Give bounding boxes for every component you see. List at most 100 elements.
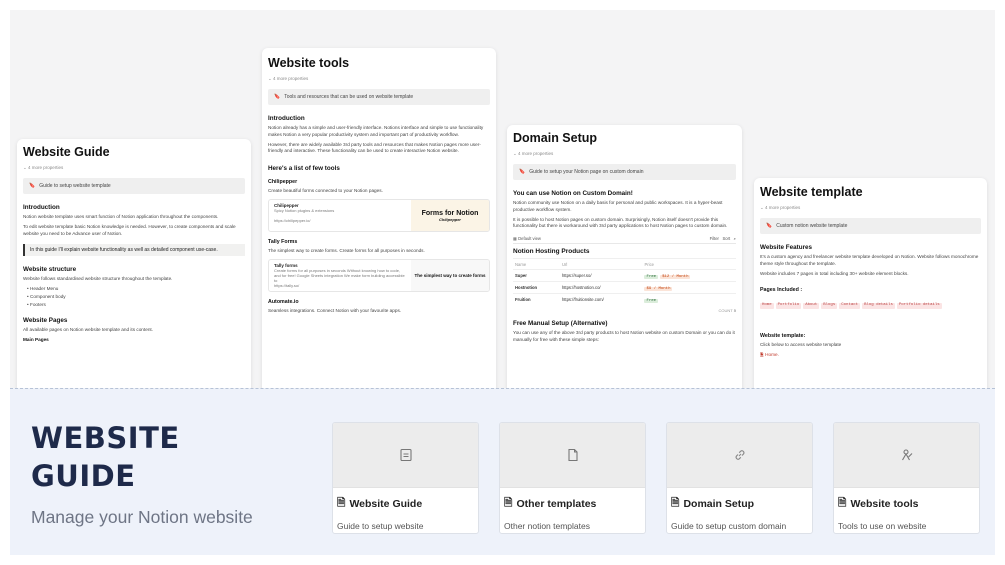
page-icon: 🗎 <box>838 497 847 509</box>
bookmark-embed-chilipepper[interactable]: Chilipepper Spicy Notion plugins & extens… <box>268 199 490 233</box>
card-other-templates[interactable]: 🗎 Other templates Other notion templates <box>499 422 646 534</box>
table-row[interactable]: Hostnotion https://hostnotion.co/$9 / Mon… <box>513 281 736 294</box>
properties-toggle[interactable]: ⌄ 4 more properties <box>760 205 981 211</box>
page-tag: Home <box>760 303 774 310</box>
paragraph: You can use any of the above 3rd party p… <box>513 330 735 342</box>
cell-name: Hostnotion <box>513 281 560 294</box>
cell-url: https://fruitionsite.com/ <box>559 293 643 306</box>
filter-button[interactable]: Filter <box>710 236 719 241</box>
embed-desc: Create forms for all purposes in seconds… <box>274 267 405 283</box>
paragraph: Notion website template uses smart funct… <box>23 214 219 219</box>
bullet-item: • Component body <box>27 294 66 300</box>
card-description: Tools to use on website <box>838 521 927 531</box>
card-title: 🗎 Domain Setup <box>671 495 812 513</box>
doc-website-template: Website template ⌄ 4 more properties 🔖 Cu… <box>754 178 987 388</box>
database-toolbar: ▦ Default view Filter Sort ⌕ <box>513 236 736 245</box>
subheading: Automate.io <box>268 298 299 305</box>
paragraph: To edit website template basic Notion kn… <box>23 223 236 236</box>
paragraph: Notion already has a simple and user-fri… <box>268 125 484 137</box>
paragraph: All available pages on Notion website te… <box>23 327 154 333</box>
page-icon: 🗎 <box>337 497 346 509</box>
page-tag: Portfolio <box>775 303 802 310</box>
properties-toggle[interactable]: ⌄ 4 more properties <box>23 165 245 171</box>
subheading: Pages Included : <box>760 287 803 294</box>
callout: 🔖 Guide to setup website template <box>23 178 245 194</box>
section-heading: You can use Notion on Custom Domain! <box>513 190 633 197</box>
col-header: Url <box>559 258 643 270</box>
subheading: Website template: <box>760 333 806 340</box>
subheading: Tally Forms <box>268 239 298 246</box>
cell-name: Fruition <box>513 293 560 306</box>
card-description: Other notion templates <box>504 521 590 531</box>
card-description: Guide to setup website <box>337 521 424 531</box>
page-frame: Website Guide ⌄ 4 more properties 🔖 Guide… <box>10 10 995 555</box>
hero-title-line: GUIDE <box>31 459 136 493</box>
table-row[interactable]: Fruition https://fruitionsite.com/Free <box>513 293 736 306</box>
properties-toggle[interactable]: ⌄ 4 more properties <box>268 76 490 82</box>
page-tag: About <box>803 303 820 310</box>
bullet-item: • Footers <box>27 302 46 308</box>
hero-band: WEBSITE GUIDE Manage your Notion website… <box>10 388 995 555</box>
doc-title: Website template <box>760 185 863 199</box>
section-heading: Website structure <box>23 266 77 274</box>
card-cover <box>500 423 645 488</box>
search-icon[interactable]: ⌕ <box>734 236 736 241</box>
table-row[interactable]: Super https://super.so/Free $12 / Month <box>513 269 736 282</box>
file-icon <box>567 448 578 462</box>
paragraph: Website includes 7 pages in total includ… <box>760 270 909 276</box>
view-tab[interactable]: ▦ Default view <box>513 236 541 241</box>
pages-tags: Home Portfolio About Blogs Contact Blog detai… <box>760 301 981 310</box>
price-tag: $9 / Month <box>644 286 673 291</box>
embed-thumbnail: The simplest way to create forms <box>411 259 489 291</box>
section-heading: Website Pages <box>23 317 68 325</box>
page-icon: 🗎 <box>671 497 680 509</box>
callout: 🔖 Custom notion website template <box>760 218 981 234</box>
cell-url: https://hostnotion.co/ <box>559 281 643 294</box>
paragraph: Seamless integrations. Connect Notion wi… <box>268 307 402 313</box>
hero-subtitle: Manage your Notion website <box>31 507 253 527</box>
hero-title-line: WEBSITE <box>31 421 180 455</box>
callout: 🔖 Tools and resources that can be used on… <box>268 89 490 105</box>
link-icon <box>735 450 744 460</box>
card-title: 🗎 Website Guide <box>337 495 478 513</box>
col-header: Name <box>513 258 560 270</box>
paragraph: The simplest way to create forms. Create… <box>268 248 425 254</box>
paragraph: However, there are widely available 3rd … <box>268 141 481 154</box>
cell-price: $9 / Month <box>642 281 736 294</box>
section-heading: Website Features <box>760 244 813 251</box>
card-title: 🗎 Other templates <box>504 495 645 513</box>
embed-banner: Forms for Notion <box>421 209 479 217</box>
col-header: Price <box>642 258 736 270</box>
tools-icon <box>901 449 912 461</box>
bookmark-icon: 🔖 <box>519 169 526 175</box>
cell-url: https://super.so/ <box>559 269 643 282</box>
home-link[interactable]: 🗎 Home. <box>760 352 981 359</box>
page-icon: 🗎 <box>760 352 764 358</box>
paragraph: Click below to access website template <box>760 342 842 348</box>
properties-toggle[interactable]: ⌄ 4 more properties <box>513 151 736 157</box>
embed-brand: Chilipepper <box>438 216 461 222</box>
paragraph: Create beautiful forms connected to your… <box>268 188 383 194</box>
card-title: 🗎 Website tools <box>838 495 979 513</box>
hosting-table: Name Url Price Super https://super.so/Free $… <box>513 258 736 306</box>
doc-title: Website Guide <box>23 145 110 159</box>
card-website-guide[interactable]: 🗎 Website Guide Guide to setup website <box>332 422 479 534</box>
paragraph: Notion community use Notion on a daily b… <box>513 200 723 212</box>
bookmark-embed-tally[interactable]: Tally forms Create forms for all purposes… <box>268 258 490 292</box>
sort-button[interactable]: Sort <box>722 236 730 241</box>
card-domain-setup[interactable]: 🗎 Domain Setup Guide to setup custom doma… <box>666 422 813 534</box>
card-website-tools[interactable]: 🗎 Website tools Tools to use on website <box>833 422 980 534</box>
page-tag: Contact <box>839 303 861 310</box>
bookmark-icon: 🔖 <box>29 183 36 189</box>
price-tag: Free <box>644 298 659 303</box>
card-cover <box>834 423 979 488</box>
embed-thumbnail: Forms for Notion Chilipepper <box>411 200 489 232</box>
paragraph: It is possible to host Notion pages on c… <box>513 216 728 229</box>
table-header: Name Url Price <box>513 258 736 270</box>
doc-website-tools: Website tools ⌄ 4 more properties 🔖 Tools… <box>262 48 496 388</box>
doc-domain-setup: Domain Setup ⌄ 4 more properties 🔖 Guide … <box>507 125 742 388</box>
page-tag: Portfolio details <box>896 303 942 310</box>
table-count: COUNT 5 <box>718 308 736 314</box>
paragraph: Website follows standardised website str… <box>23 276 173 282</box>
preview-area: Website Guide ⌄ 4 more properties 🔖 Guide… <box>10 10 995 388</box>
